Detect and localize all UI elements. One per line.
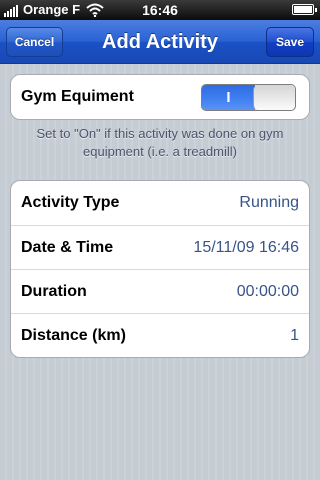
status-bar: Orange F 16:46 xyxy=(0,0,320,20)
battery-fill xyxy=(294,6,312,13)
activity-details-group: Activity Type Running Date & Time 15/11/… xyxy=(10,180,310,358)
gym-equipment-toggle[interactable]: I xyxy=(201,84,296,111)
save-button[interactable]: Save xyxy=(266,27,314,57)
distance-value: 1 xyxy=(290,327,299,344)
duration-value: 00:00:00 xyxy=(236,283,299,300)
date-time-row[interactable]: Date & Time 15/11/09 16:46 xyxy=(11,225,309,269)
activity-type-row[interactable]: Activity Type Running xyxy=(11,181,309,225)
date-time-label: Date & Time xyxy=(21,239,114,256)
hint-line-2: equipment (i.e. a treadmill) xyxy=(83,144,237,159)
hint-line-1: Set to "On" if this activity was done on… xyxy=(36,126,284,141)
navigation-bar: Add Activity Cancel Save xyxy=(0,20,320,64)
duration-label: Duration xyxy=(21,283,87,300)
duration-row[interactable]: Duration 00:00:00 xyxy=(11,269,309,313)
gym-equipment-row: Gym Equiment I xyxy=(11,75,309,119)
toggle-knob[interactable] xyxy=(253,85,295,110)
status-time: 16:46 xyxy=(142,2,178,18)
gym-equipment-hint: Set to "On" if this activity was done on… xyxy=(20,125,300,161)
activity-type-label: Activity Type xyxy=(21,194,120,211)
distance-label: Distance (km) xyxy=(21,327,126,344)
battery-icon xyxy=(292,4,317,15)
gym-equipment-group: Gym Equiment I xyxy=(10,74,310,120)
date-time-value: 15/11/09 16:46 xyxy=(193,239,299,256)
distance-row[interactable]: Distance (km) 1 xyxy=(11,313,309,357)
gym-equipment-label: Gym Equiment xyxy=(21,88,134,105)
cancel-button[interactable]: Cancel xyxy=(6,27,63,57)
toggle-on-label: I xyxy=(202,85,255,110)
activity-type-value: Running xyxy=(239,194,299,211)
